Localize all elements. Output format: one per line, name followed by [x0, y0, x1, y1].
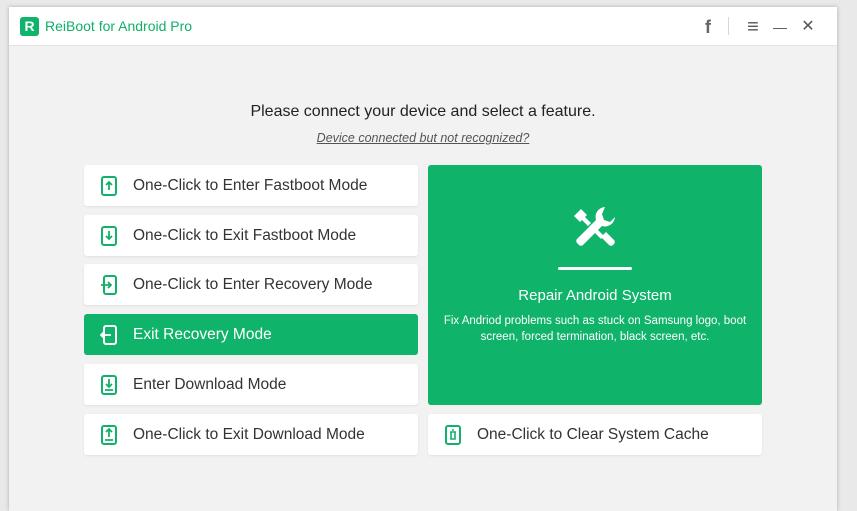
exit-recovery-button[interactable]: Exit Recovery Mode — [84, 314, 418, 355]
phone-download-icon — [101, 375, 117, 395]
phone-enter-icon — [101, 275, 117, 295]
enter-download-button[interactable]: Enter Download Mode — [84, 364, 418, 405]
minimize-icon[interactable]: — — [769, 16, 791, 38]
feature-label: Exit Recovery Mode — [133, 326, 272, 343]
exit-fastboot-button[interactable]: One-Click to Exit Fastboot Mode — [84, 215, 418, 256]
enter-fastboot-button[interactable]: One-Click to Enter Fastboot Mode — [84, 165, 418, 206]
app-logo-letter: R — [24, 18, 35, 34]
repair-title: Repair Android System — [518, 287, 672, 304]
repair-description: Fix Andriod problems such as stuck on Sa… — [443, 315, 747, 343]
repair-android-system-card[interactable]: Repair Android System Fix Andriod proble… — [428, 165, 762, 405]
feature-label: One-Click to Enter Fastboot Mode — [133, 177, 368, 194]
phone-exit-icon — [100, 325, 117, 345]
phone-arrow-down-icon — [101, 226, 117, 246]
phone-upload-icon — [101, 425, 117, 445]
cache-label: One-Click to Clear System Cache — [477, 426, 709, 443]
app-logo-icon: R — [20, 17, 39, 36]
app-window: R ReiBoot for Android Pro f ≡ — ✕ Please… — [9, 7, 837, 511]
repair-divider — [558, 267, 632, 270]
clear-system-cache-button[interactable]: One-Click to Clear System Cache — [428, 414, 762, 455]
device-not-recognized-link[interactable]: Device connected but not recognized? — [9, 131, 837, 145]
exit-download-button[interactable]: One-Click to Exit Download Mode — [84, 414, 418, 455]
close-icon[interactable]: ✕ — [797, 16, 819, 38]
page-heading: Please connect your device and select a … — [250, 103, 596, 120]
titlebar-separator — [728, 17, 729, 35]
feature-label: Enter Download Mode — [133, 376, 287, 393]
title-bar: R ReiBoot for Android Pro f ≡ — ✕ — [9, 7, 837, 46]
feature-label: One-Click to Exit Fastboot Mode — [133, 227, 357, 244]
menu-icon[interactable]: ≡ — [742, 16, 764, 38]
app-title: ReiBoot for Android Pro — [45, 18, 193, 34]
enter-recovery-button[interactable]: One-Click to Enter Recovery Mode — [84, 264, 418, 305]
feature-label: One-Click to Exit Download Mode — [133, 426, 365, 443]
feature-label: One-Click to Enter Recovery Mode — [133, 276, 373, 293]
facebook-icon[interactable]: f — [697, 16, 719, 38]
phone-arrow-up-icon — [101, 176, 117, 196]
tools-icon — [574, 207, 615, 246]
phone-trash-icon — [445, 425, 461, 445]
